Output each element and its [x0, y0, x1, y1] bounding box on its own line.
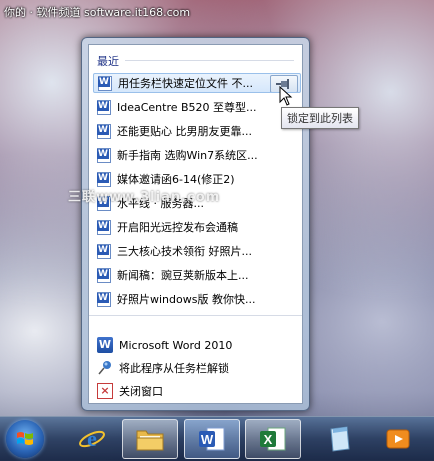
tasks-divider — [89, 315, 302, 316]
jump-list-body: 最近 用任务栏快速定位文件 不... IdeaCentre B520 至尊型..… — [88, 44, 303, 404]
recent-item-label: 新手指南 选购Win7系统区... — [117, 149, 258, 162]
windows-logo-icon — [17, 432, 33, 445]
ie-icon: e — [79, 426, 105, 451]
taskbar-notepad[interactable] — [312, 419, 368, 459]
taskbar-microsoft-excel[interactable]: X — [245, 419, 301, 459]
word-document-icon — [97, 147, 111, 163]
word-document-icon — [97, 99, 111, 115]
word-icon: W — [199, 427, 225, 451]
watermark-top: 你的 · 软件频道 software.it168.com — [4, 6, 191, 19]
word-document-icon — [97, 171, 111, 187]
recent-item-label: 三大核心技术领衔 好照片... — [117, 245, 252, 258]
word-document-icon — [98, 75, 112, 91]
start-button[interactable] — [6, 420, 44, 458]
close-window-icon: × — [97, 383, 113, 399]
mouse-cursor-icon — [279, 86, 293, 106]
recent-item-label: 好照片windows版 教你快... — [117, 293, 256, 306]
svg-text:e: e — [87, 426, 97, 451]
taskbar-microsoft-word[interactable]: W — [184, 419, 240, 459]
word-document-icon — [97, 291, 111, 307]
recent-item-label: 开启阳光远控发布会通稿 — [117, 221, 238, 234]
recent-item-label: 还能更贴心 比男朋友更靠... — [117, 125, 252, 138]
recent-item[interactable]: 三大核心技术领衔 好照片... — [93, 241, 301, 261]
task-label: 将此程序从任务栏解锁 — [119, 362, 229, 375]
recent-item[interactable]: 开启阳光远控发布会通稿 — [93, 217, 301, 237]
taskbar: e W X — [0, 416, 434, 461]
svg-text:X: X — [264, 432, 273, 447]
word-document-icon — [97, 219, 111, 235]
recent-item-label: IdeaCentre B520 至尊型... — [117, 101, 257, 114]
notepad-icon — [330, 426, 350, 452]
recent-item[interactable]: 好照片windows版 教你快... — [93, 289, 301, 309]
taskbar-windows-explorer[interactable] — [122, 419, 178, 459]
recent-item-label: 新闻稿：豌豆荚新版本上... — [117, 269, 249, 282]
word-document-icon — [97, 267, 111, 283]
jump-list: 最近 用任务栏快速定位文件 不... IdeaCentre B520 至尊型..… — [81, 37, 310, 411]
taskbar-media-player[interactable] — [370, 419, 426, 459]
folder-icon — [136, 430, 164, 451]
recent-header-divider — [125, 60, 294, 61]
task-label: 关闭窗口 — [119, 385, 163, 398]
svg-text:W: W — [201, 432, 214, 447]
recent-item[interactable]: 新闻稿：豌豆荚新版本上... — [93, 265, 301, 285]
recent-item[interactable]: 还能更贴心 比男朋友更靠... — [93, 121, 301, 141]
media-player-icon — [386, 429, 410, 449]
task-open-word[interactable]: W Microsoft Word 2010 — [97, 335, 232, 355]
watermark-middle: 三联www.3lian.com — [68, 190, 221, 205]
recent-header: 最近 — [97, 55, 119, 68]
task-close-window[interactable]: × 关闭窗口 — [97, 381, 163, 401]
pin-tooltip: 锁定到此列表 — [281, 107, 359, 129]
recent-item-label: 用任务栏快速定位文件 不... — [118, 77, 253, 90]
unpin-icon — [97, 360, 113, 376]
recent-item-label: 媒体邀请函6-14(修正2) — [117, 173, 235, 186]
excel-icon: X — [260, 427, 286, 451]
word-document-icon — [97, 243, 111, 259]
word-document-icon — [97, 123, 111, 139]
recent-item[interactable]: 用任务栏快速定位文件 不... — [93, 73, 301, 93]
task-label: Microsoft Word 2010 — [119, 338, 233, 352]
recent-item[interactable]: IdeaCentre B520 至尊型... — [93, 97, 301, 117]
word-icon: W — [97, 337, 113, 353]
recent-item[interactable]: 新手指南 选购Win7系统区... — [93, 145, 301, 165]
taskbar-internet-explorer[interactable]: e — [64, 419, 120, 459]
task-unpin[interactable]: 将此程序从任务栏解锁 — [97, 358, 229, 378]
